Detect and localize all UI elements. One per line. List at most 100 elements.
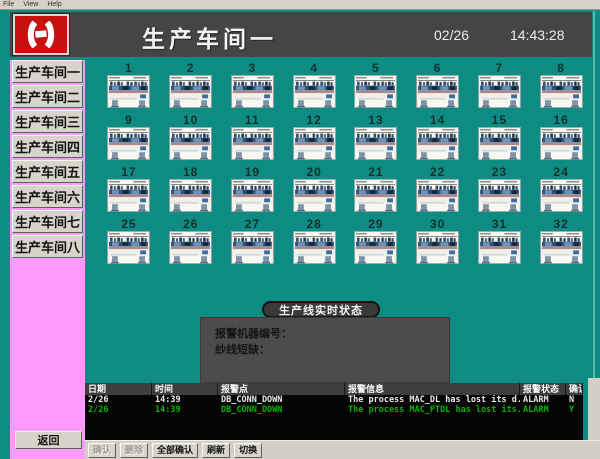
col-status: 报警状态: [520, 383, 566, 395]
sidebar-item-workshop-8[interactable]: 生产车间八: [12, 235, 83, 258]
cell-status: ALARM: [520, 405, 566, 415]
machine-27[interactable]: 27: [222, 218, 284, 264]
knitting-machine-icon: [540, 179, 583, 212]
machine-14[interactable]: 14: [407, 114, 469, 160]
back-button[interactable]: 返回: [15, 431, 82, 449]
alarm-table[interactable]: 日期 时间 报警点 报警信息 报警状态 确认 2/26 14:39 DB_CON…: [85, 383, 583, 440]
cell-message: The process MAC_DL has lost its d...: [345, 395, 520, 405]
knitting-machine-icon: [169, 179, 212, 212]
machine-number: 30: [430, 218, 445, 230]
machine-29[interactable]: 29: [345, 218, 407, 264]
machine-20[interactable]: 20: [283, 166, 345, 212]
yarn-shortage-label: 纱线短缺：: [215, 342, 449, 358]
machine-number: 32: [553, 218, 568, 230]
alarm-table-row[interactable]: 2/26 14:39 DB_CONN_DOWN The process MAC_…: [85, 395, 583, 405]
sidebar-item-workshop-4[interactable]: 生产车间四: [12, 135, 83, 158]
machine-number: 19: [245, 166, 260, 178]
brand-logo: [13, 14, 69, 55]
sidebar-item-workshop-7[interactable]: 生产车间七: [12, 210, 83, 233]
menu-file[interactable]: File: [3, 1, 14, 8]
knitting-machine-icon: [540, 75, 583, 108]
machine-12[interactable]: 12: [283, 114, 345, 160]
machine-8[interactable]: 8: [530, 62, 592, 108]
machine-2[interactable]: 2: [160, 62, 222, 108]
toolbar-button[interactable]: 确认: [88, 443, 116, 458]
toolbar-button-label: 切换: [239, 445, 257, 455]
machine-31[interactable]: 31: [469, 218, 531, 264]
machine-1[interactable]: 1: [98, 62, 160, 108]
machine-number: 17: [121, 166, 136, 178]
toolbar-button[interactable]: 刷新: [202, 443, 230, 458]
machine-18[interactable]: 18: [160, 166, 222, 212]
alarm-table-row[interactable]: 2/26 14:39 DB_CONN_DOWN The process MAC_…: [85, 405, 583, 415]
sidebar-item-workshop-2[interactable]: 生产车间二: [12, 85, 83, 108]
header-date: 02/26: [434, 27, 469, 43]
toolbar-button-label: 删除: [125, 445, 143, 455]
machine-6[interactable]: 6: [407, 62, 469, 108]
cell-ack: Y: [566, 405, 583, 415]
machine-19[interactable]: 19: [222, 166, 284, 212]
machine-24[interactable]: 24: [530, 166, 592, 212]
toolbar-button[interactable]: 全部确认: [152, 443, 198, 458]
cell-ack: N: [566, 395, 583, 405]
alarm-table-header: 日期 时间 报警点 报警信息 报警状态 确认: [85, 383, 583, 395]
sidebar-item-workshop-1[interactable]: 生产车间一: [12, 60, 83, 83]
machine-11[interactable]: 11: [222, 114, 284, 160]
machine-number: 12: [306, 114, 321, 126]
alarm-toolbar: 确认 删除 全部确认 刷新 切换: [85, 440, 600, 459]
machine-number: 14: [430, 114, 445, 126]
menu-bar: File View Help: [0, 0, 600, 10]
machine-number: 16: [553, 114, 568, 126]
machine-30[interactable]: 30: [407, 218, 469, 264]
col-message: 报警信息: [345, 383, 520, 395]
machine-4[interactable]: 4: [283, 62, 345, 108]
machine-21[interactable]: 21: [345, 166, 407, 212]
sidebar-item-label: 生产车间七: [15, 212, 80, 231]
sidebar-item-workshop-3[interactable]: 生产车间三: [12, 110, 83, 133]
window-border-highlight: [593, 11, 595, 378]
menu-view[interactable]: View: [23, 1, 38, 8]
knitting-machine-icon: [107, 127, 150, 160]
machine-22[interactable]: 22: [407, 166, 469, 212]
sidebar-item-label: 生产车间三: [15, 112, 80, 131]
workshop-sidebar: 生产车间一 生产车间二 生产车间三 生产车间四 生产车间五 生产车间六 生产车间…: [10, 60, 85, 459]
toolbar-button[interactable]: 切换: [234, 443, 262, 458]
machine-5[interactable]: 5: [345, 62, 407, 108]
sidebar-item-label: 生产车间一: [15, 62, 80, 81]
knitting-machine-icon: [478, 231, 521, 264]
machine-number: 26: [183, 218, 198, 230]
cell-date: 2/26: [85, 395, 152, 405]
machine-32[interactable]: 32: [530, 218, 592, 264]
machine-9[interactable]: 9: [98, 114, 160, 160]
machine-16[interactable]: 16: [530, 114, 592, 160]
knitting-machine-icon: [169, 75, 212, 108]
machine-10[interactable]: 10: [160, 114, 222, 160]
machine-15[interactable]: 15: [469, 114, 531, 160]
menu-help[interactable]: Help: [47, 1, 61, 8]
machine-17[interactable]: 17: [98, 166, 160, 212]
machine-number: 27: [245, 218, 260, 230]
machine-7[interactable]: 7: [469, 62, 531, 108]
knitting-machine-icon: [354, 179, 397, 212]
machine-25[interactable]: 25: [98, 218, 160, 264]
sidebar-item-workshop-5[interactable]: 生产车间五: [12, 160, 83, 183]
knitting-machine-icon: [416, 231, 459, 264]
toolbar-button[interactable]: 删除: [120, 443, 148, 458]
machine-number: 2: [187, 62, 195, 74]
toolbar-button-label: 确认: [93, 445, 111, 455]
machine-3[interactable]: 3: [222, 62, 284, 108]
machine-23[interactable]: 23: [469, 166, 531, 212]
col-ack: 确认: [566, 383, 583, 395]
knitting-machine-icon: [478, 127, 521, 160]
machine-28[interactable]: 28: [283, 218, 345, 264]
cell-time: 14:39: [152, 405, 218, 415]
cell-point: DB_CONN_DOWN: [218, 405, 345, 415]
machine-13[interactable]: 13: [345, 114, 407, 160]
machine-26[interactable]: 26: [160, 218, 222, 264]
sidebar-item-workshop-6[interactable]: 生产车间六: [12, 185, 83, 208]
machine-number: 23: [492, 166, 507, 178]
machine-number: 22: [430, 166, 445, 178]
machine-number: 29: [368, 218, 383, 230]
knitting-machine-icon: [416, 127, 459, 160]
toolbar-button-label: 刷新: [207, 445, 225, 455]
